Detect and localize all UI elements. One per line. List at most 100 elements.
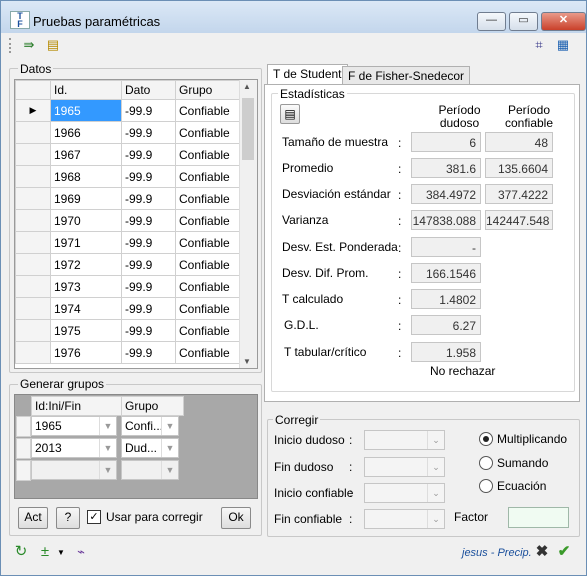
cell-dato[interactable]: -99.9 xyxy=(121,165,176,188)
close-button[interactable]: ✕ xyxy=(541,12,586,31)
cell-id[interactable]: 1971 xyxy=(50,231,122,254)
cell-id[interactable]: 1976 xyxy=(50,341,122,364)
cell-grupo[interactable]: Confiable xyxy=(175,209,240,232)
cell-grupo[interactable]: Confiable xyxy=(175,253,240,276)
row-header[interactable] xyxy=(15,319,51,342)
toolbar-grip[interactable] xyxy=(9,38,14,53)
datos-scrollbar[interactable]: ▲ ▼ xyxy=(239,80,257,368)
corregir-combo[interactable]: ⌄ xyxy=(364,509,445,529)
row-header[interactable] xyxy=(15,253,51,276)
cell-grupo[interactable]: Confiable xyxy=(175,187,240,210)
maximize-button[interactable]: ▭ xyxy=(509,12,538,31)
confirm-icon[interactable]: ✔ xyxy=(556,544,572,560)
chevron-down-icon[interactable]: ▼ xyxy=(161,439,178,457)
cell-grupo[interactable]: Confiable xyxy=(175,143,240,166)
cell-id[interactable]: 1974 xyxy=(50,297,122,320)
chevron-down-icon[interactable]: ▼ xyxy=(53,545,69,561)
cell-id[interactable]: 1973 xyxy=(50,275,122,298)
clipboard-icon[interactable]: ▤ xyxy=(45,37,61,53)
table-row[interactable]: 1974 -99.9 Confiable xyxy=(15,297,240,320)
chevron-down-icon[interactable]: ⌄ xyxy=(427,484,444,502)
table-row[interactable]: ▶ 1965 -99.9 Confiable xyxy=(15,99,240,122)
chart-settings-icon[interactable]: ⌗ xyxy=(531,37,547,53)
chevron-down-icon[interactable]: ▼ xyxy=(161,417,178,435)
cell-grupo[interactable]: Confiable xyxy=(175,341,240,364)
generar-grid[interactable]: Id:Ini/Fin Grupo 1965 ▼ Confi... ▼ 2013 ▼ Dud.… xyxy=(14,394,258,499)
minimize-button[interactable]: — xyxy=(477,12,506,31)
col-header-dato[interactable]: Dato xyxy=(121,80,176,100)
col-header-id[interactable]: Id. xyxy=(50,80,122,100)
table-row[interactable]: 1975 -99.9 Confiable xyxy=(15,319,240,342)
scroll-down-icon[interactable]: ▼ xyxy=(243,357,251,366)
cell-grupo[interactable]: Confiable xyxy=(175,165,240,188)
radio-ecuacion[interactable] xyxy=(479,479,493,493)
grupo-combo[interactable]: Dud... ▼ xyxy=(121,438,179,458)
ok-button[interactable]: Ok xyxy=(221,507,251,529)
cell-dato[interactable]: -99.9 xyxy=(121,253,176,276)
row-header[interactable] xyxy=(16,416,31,437)
table-row[interactable]: 1966 -99.9 Confiable xyxy=(15,121,240,144)
row-header[interactable] xyxy=(15,165,51,188)
cell-dato[interactable]: -99.9 xyxy=(121,275,176,298)
cell-id[interactable]: 1966 xyxy=(50,121,122,144)
cell-grupo[interactable]: Confiable xyxy=(175,297,240,320)
calculator-icon[interactable]: ▤ xyxy=(280,104,300,124)
col-header-idinifin[interactable]: Id:Ini/Fin xyxy=(31,396,122,416)
cell-grupo[interactable]: Confiable xyxy=(175,319,240,342)
calculator-icon[interactable]: ▦ xyxy=(555,37,571,53)
cell-grupo[interactable]: Confiable xyxy=(175,121,240,144)
row-header[interactable] xyxy=(15,187,51,210)
row-header[interactable] xyxy=(15,121,51,144)
cell-dato[interactable]: -99.9 xyxy=(121,319,176,342)
row-header[interactable] xyxy=(15,143,51,166)
chart-icon[interactable]: ⌁ xyxy=(73,544,89,560)
tab-f-fisher[interactable]: F de Fisher-Snedecor xyxy=(342,66,471,86)
refresh-icon[interactable]: ↻ xyxy=(13,544,29,560)
table-row[interactable]: 1971 -99.9 Confiable xyxy=(15,231,240,254)
cell-id[interactable]: 1968 xyxy=(50,165,122,188)
row-header[interactable] xyxy=(15,297,51,320)
col-header-grupo[interactable]: Grupo xyxy=(175,80,240,100)
table-row[interactable]: 1967 -99.9 Confiable xyxy=(15,143,240,166)
cell-grupo[interactable]: Confiable xyxy=(175,99,240,122)
cell-dato[interactable]: -99.9 xyxy=(121,121,176,144)
help-button[interactable]: ? xyxy=(56,507,80,529)
row-header[interactable] xyxy=(15,341,51,364)
scroll-up-icon[interactable]: ▲ xyxy=(243,82,251,91)
cell-grupo[interactable]: Confiable xyxy=(175,231,240,254)
cancel-icon[interactable]: ✖ xyxy=(534,544,550,560)
cell-dato[interactable]: -99.9 xyxy=(121,231,176,254)
cell-id[interactable]: 1972 xyxy=(50,253,122,276)
cell-dato[interactable]: -99.9 xyxy=(121,341,176,364)
cell-grupo[interactable]: Confiable xyxy=(175,275,240,298)
grupo-combo[interactable]: ▼ xyxy=(121,460,179,480)
chevron-down-icon[interactable]: ⌄ xyxy=(427,458,444,476)
corregir-combo[interactable]: ⌄ xyxy=(364,430,445,450)
row-header[interactable] xyxy=(15,231,51,254)
add-icon[interactable]: ± xyxy=(37,544,53,560)
table-row[interactable]: 1972 -99.9 Confiable xyxy=(15,253,240,276)
col-header-grupo2[interactable]: Grupo xyxy=(121,396,184,416)
scroll-thumb[interactable] xyxy=(242,98,254,160)
corregir-combo[interactable]: ⌄ xyxy=(364,457,445,477)
cell-dato[interactable]: -99.9 xyxy=(121,297,176,320)
row-header[interactable] xyxy=(15,275,51,298)
id-combo[interactable]: 1965 ▼ xyxy=(31,416,117,436)
cell-dato[interactable]: -99.9 xyxy=(121,209,176,232)
grupo-combo[interactable]: Confi... ▼ xyxy=(121,416,179,436)
chevron-down-icon[interactable]: ▼ xyxy=(99,439,116,457)
cell-id[interactable]: 1965 xyxy=(50,99,122,122)
id-combo[interactable]: ▼ xyxy=(31,460,117,480)
radio-sumando[interactable] xyxy=(479,456,493,470)
id-combo[interactable]: 2013 ▼ xyxy=(31,438,117,458)
cell-dato[interactable]: -99.9 xyxy=(121,99,176,122)
act-button[interactable]: Act xyxy=(18,507,48,529)
table-row[interactable]: 1976 -99.9 Confiable xyxy=(15,341,240,364)
corregir-combo[interactable]: ⌄ xyxy=(364,483,445,503)
cell-dato[interactable]: -99.9 xyxy=(121,187,176,210)
chevron-down-icon[interactable]: ▼ xyxy=(161,461,178,479)
row-header[interactable]: ▶ xyxy=(15,99,51,122)
table-row[interactable]: 1968 -99.9 Confiable xyxy=(15,165,240,188)
tab-t-student[interactable]: T de Student xyxy=(267,64,348,86)
cell-id[interactable]: 1970 xyxy=(50,209,122,232)
